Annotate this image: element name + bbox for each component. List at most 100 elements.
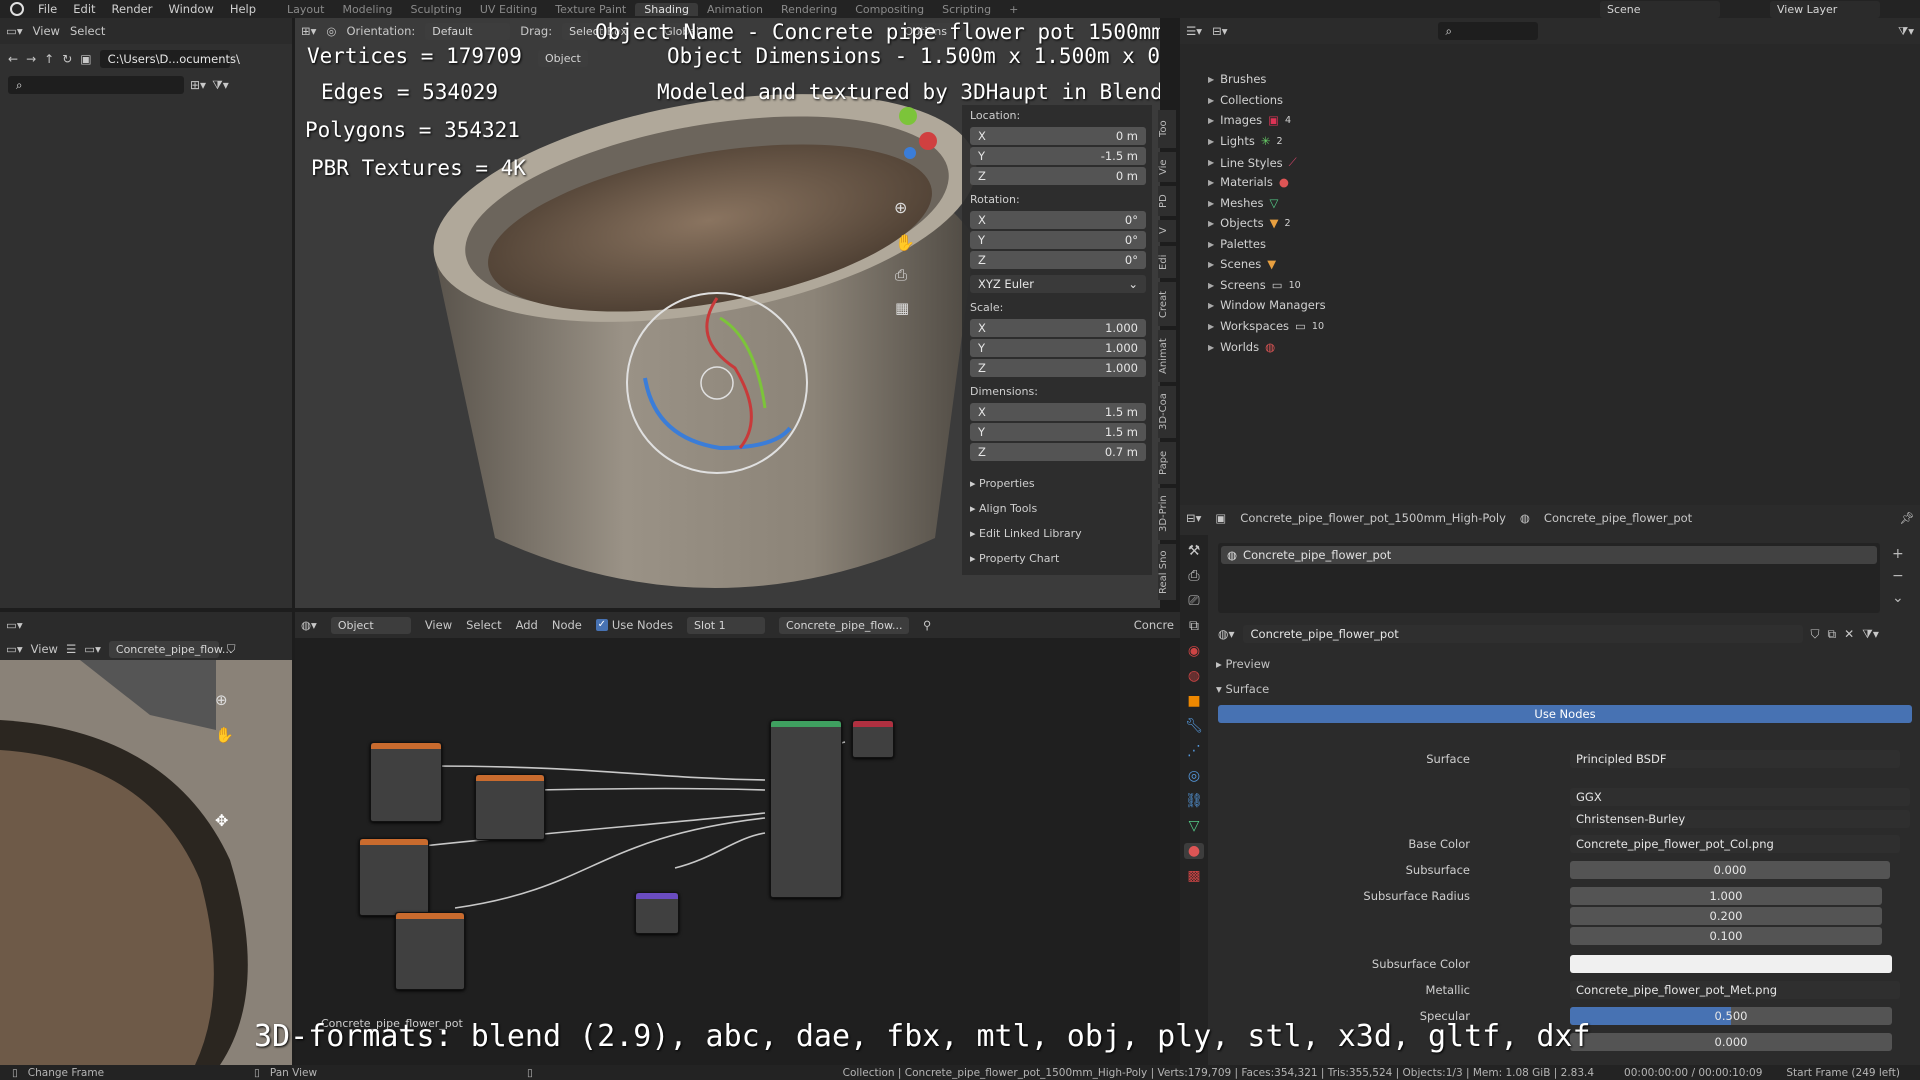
scene-tab-icon[interactable]: ◉ (1188, 643, 1200, 659)
image-mode-icon[interactable]: ▭▾ (6, 642, 23, 656)
material-output-node[interactable] (852, 720, 894, 758)
outliner-item-lights[interactable]: ▶ Lights ✳ 2 (1208, 134, 1283, 148)
outliner-editor-icon[interactable]: ☰▾ (1186, 24, 1202, 38)
rotation-mode-dropdown[interactable]: XYZ Euler ⌄ (970, 275, 1146, 293)
data-tab-icon[interactable]: ▽ (1189, 818, 1200, 834)
object-tab-icon[interactable]: ■ (1187, 693, 1200, 709)
file-view-menu[interactable]: View (33, 24, 60, 38)
parent-directory-icon[interactable]: ↑ (44, 52, 54, 66)
section-align-tools[interactable]: ▸ Align Tools (970, 502, 1037, 515)
rotation-x-field[interactable]: X 0° (970, 211, 1146, 229)
outliner-item-brushes[interactable]: ▶ Brushes (1208, 72, 1266, 86)
image-texture-node-3[interactable] (359, 838, 429, 916)
menu-edit[interactable]: Edit (65, 2, 103, 16)
image-preview[interactable]: ⊕ ✋ ✥ (0, 660, 292, 1065)
rotation-z-field[interactable]: Z 0° (970, 251, 1146, 269)
scale-x-field[interactable]: X 1.000 (970, 319, 1146, 337)
dimensions-x-field[interactable]: X 1.5 m (970, 403, 1146, 421)
tab-layout[interactable]: Layout (278, 3, 333, 16)
subsurface-field[interactable]: 0.000 (1570, 861, 1890, 879)
tool-tab-icon[interactable]: ⚒ (1188, 543, 1201, 559)
fake-user-shield-icon[interactable]: ⛉ (227, 642, 236, 657)
sidebar-tab-3dprint[interactable]: 3D-Prin (1158, 488, 1176, 540)
node-select-menu[interactable]: Select (466, 618, 501, 632)
pan-hand-icon[interactable]: ✋ (895, 233, 915, 252)
back-arrow-icon[interactable]: ← (8, 52, 18, 66)
section-property-chart[interactable]: ▸ Property Chart (970, 552, 1059, 565)
properties-editor-icon[interactable]: ⊟▾ (1186, 511, 1201, 525)
menu-help[interactable]: Help (222, 2, 264, 16)
constraints-tab-icon[interactable]: ⛓︎ (1185, 793, 1203, 809)
image-texture-node-4[interactable] (395, 912, 465, 990)
outliner-search-input[interactable]: ⌕ (1437, 22, 1538, 40)
output-tab-icon[interactable]: ⎚ (1188, 593, 1199, 609)
use-nodes-button[interactable]: Use Nodes (1218, 705, 1912, 723)
outliner-item-palettes[interactable]: ▶ Palettes (1208, 237, 1266, 251)
sidebar-tab-realsnow[interactable]: Real Sno (1158, 544, 1176, 600)
base-color-texture-field[interactable]: Concrete_pipe_flower_pot_Col.png (1570, 835, 1900, 853)
surface-panel-header[interactable]: ▾ Surface (1216, 682, 1269, 696)
nav-x-axis[interactable] (919, 132, 937, 150)
sidebar-tab-tool[interactable]: Too (1158, 110, 1176, 148)
fake-user-shield-icon[interactable]: ⛉ (1811, 627, 1820, 642)
grid-ortho-icon[interactable]: ▦ (895, 299, 909, 317)
node-node-menu[interactable]: Node (552, 618, 582, 632)
object-type-dropdown[interactable]: Object (330, 616, 411, 634)
menu-window[interactable]: Window (160, 2, 221, 16)
tab-animation[interactable]: Animation (698, 3, 772, 16)
node-view-menu[interactable]: View (425, 618, 452, 632)
outliner-item-worlds[interactable]: ▶ Worlds ◍ (1208, 340, 1275, 354)
render-tab-icon[interactable]: ⎙ (1188, 568, 1199, 584)
section-properties[interactable]: ▸ Properties (970, 477, 1035, 490)
image-browse-icon[interactable]: ▭▾ (84, 642, 101, 656)
tab-compositing[interactable]: Compositing (846, 3, 933, 16)
location-y-field[interactable]: Y -1.5 m (970, 147, 1146, 165)
outliner-item-images[interactable]: ▶ Images ▣ 4 (1208, 113, 1291, 127)
file-select-menu[interactable]: Select (70, 24, 105, 38)
material-slot-list[interactable]: ◍ Concrete_pipe_flower_pot (1218, 543, 1880, 613)
material-tab-icon[interactable]: ● (1183, 843, 1205, 859)
nav-y-axis[interactable] (899, 107, 917, 125)
principled-bsdf-node[interactable] (770, 720, 842, 898)
refresh-icon[interactable]: ↻ (62, 52, 72, 66)
tab-sculpting[interactable]: Sculpting (402, 3, 471, 16)
image-view-menu[interactable]: View (31, 642, 58, 656)
outliner-item-screens[interactable]: ▶ Screens ▭ 10 (1208, 278, 1301, 292)
use-nodes-checkbox[interactable]: ✓ Use Nodes (595, 618, 673, 632)
sidebar-tab-view[interactable]: Vie (1158, 152, 1176, 182)
outliner-item-objects[interactable]: ▶ Objects ▼ 2 (1208, 216, 1291, 230)
sidebar-tab-animation[interactable]: Animat (1158, 330, 1176, 382)
outliner-item-scenes[interactable]: ▶ Scenes ▼ (1208, 257, 1276, 271)
outliner-item-window-managers[interactable]: ▶ Window Managers (1208, 298, 1326, 312)
subsurface-radius-x-field[interactable]: 1.000 (1570, 887, 1882, 905)
camera-icon[interactable]: ⎙ (895, 266, 907, 284)
duplicate-material-icon[interactable]: ⧉ (1828, 627, 1837, 642)
tab-texture-paint[interactable]: Texture Paint (546, 3, 635, 16)
dimensions-z-field[interactable]: Z 0.7 m (970, 443, 1146, 461)
sidebar-tab-create[interactable]: Creat (1158, 282, 1176, 326)
image-name-field[interactable]: Concrete_pipe_flow... (108, 640, 232, 658)
world-tab-icon[interactable]: ◍ (1188, 668, 1200, 684)
blender-logo-icon[interactable] (10, 2, 24, 16)
node-add-menu[interactable]: Add (516, 618, 538, 632)
display-mode-dropdown[interactable]: ⊟▾ (1212, 24, 1227, 38)
preview-panel-header[interactable]: ▸ Preview (1216, 657, 1270, 671)
distribution-dropdown[interactable]: GGX (1570, 788, 1910, 806)
unlink-material-icon[interactable]: ✕ (1844, 627, 1854, 641)
tab-rendering[interactable]: Rendering (772, 3, 846, 16)
location-z-field[interactable]: Z0 m (970, 167, 1146, 185)
sidebar-tab-paper[interactable]: Pape (1158, 442, 1176, 484)
image-editor-type-icon[interactable]: ▭▾ (6, 618, 23, 632)
file-search-input[interactable]: ⌕ (8, 76, 184, 94)
modifier-tab-icon[interactable]: 🔧︎ (1185, 718, 1203, 734)
view-layer-tab-icon[interactable]: ⧉ (1189, 618, 1199, 634)
subsurface-color-swatch[interactable] (1570, 955, 1892, 973)
material-browse-icon[interactable]: ◍▾ (1218, 627, 1235, 641)
view-layer-selector[interactable]: View Layer (1770, 0, 1880, 18)
surface-shader-field[interactable]: Principled BSDF (1570, 750, 1900, 768)
material-name-field[interactable]: Concrete_pipe_flower_pot (1242, 625, 1803, 643)
particles-tab-icon[interactable]: ⋰ (1187, 743, 1201, 759)
outliner-item-collections[interactable]: ▶ Collections (1208, 93, 1283, 107)
sidebar-tab-edit[interactable]: Edi (1158, 246, 1176, 278)
editor-type-icon[interactable]: ▭▾ (6, 24, 23, 38)
